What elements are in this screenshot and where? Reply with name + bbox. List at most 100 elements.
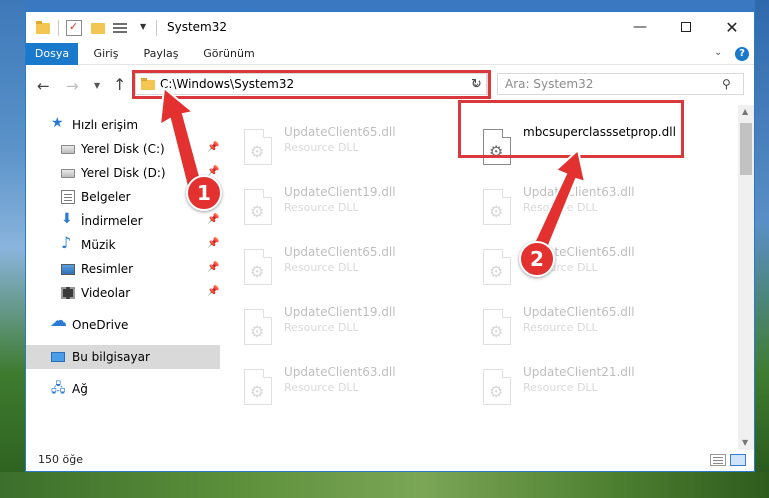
ribbon-tabs: Dosya Giriş Paylaş Görünüm ⌄ ?: [26, 43, 754, 65]
file-item[interactable]: UpdateClient21.dll Resource DLL: [473, 361, 703, 411]
pin-icon[interactable]: 📌: [207, 286, 219, 297]
dll-file-icon: [244, 369, 272, 405]
tiles-view-icon[interactable]: [730, 454, 746, 466]
sidebar-item-label: Bu bilgisayar: [72, 350, 150, 364]
network-icon: [51, 379, 66, 401]
file-type: Resource DLL: [523, 321, 598, 334]
file-highlight-box: [458, 100, 684, 158]
sidebar-item-label: Belgeler: [81, 190, 131, 204]
documents-icon: [61, 190, 75, 204]
file-item[interactable]: UpdateClient63.dll Resource DLL: [473, 181, 703, 231]
dll-file-icon: [483, 369, 511, 405]
sidebar-item-label: Videolar: [81, 286, 131, 300]
file-name: UpdateClient19.dll: [284, 185, 396, 199]
file-item[interactable]: UpdateClient65.dll Resource DLL: [473, 241, 703, 291]
search-placeholder: Ara: System32: [505, 77, 594, 91]
pictures-icon: [61, 264, 75, 275]
sidebar-item-label: Yerel Disk (D:): [81, 166, 166, 180]
status-bar: 150 öğe: [26, 450, 754, 471]
maximize-button[interactable]: [663, 12, 709, 43]
close-button[interactable]: ✕: [709, 12, 755, 43]
folder-icon: [35, 20, 51, 36]
explorer-window: ▼ System32 — ✕ Dosya Giriş Paylaş Görünü…: [25, 11, 755, 472]
sidebar-item-label: Hızlı erişim: [72, 118, 139, 132]
file-type: Resource DLL: [523, 381, 598, 394]
details-view-icon[interactable]: [710, 454, 726, 466]
file-name: UpdateClient19.dll: [284, 305, 396, 319]
desktop-background-right: [755, 0, 769, 498]
tab-home[interactable]: Giriş: [86, 43, 126, 65]
dll-file-icon: [244, 129, 272, 165]
file-item[interactable]: UpdateClient63.dll Resource DLL: [234, 361, 464, 411]
chevron-down-icon[interactable]: ▼: [140, 22, 146, 31]
step-2-badge: 2: [519, 241, 555, 277]
pin-icon[interactable]: 📌: [207, 214, 219, 225]
desktop-background-bottom: [0, 472, 769, 498]
sidebar-item-quick-access[interactable]: Hızlı erişim: [26, 113, 220, 137]
forward-button[interactable]: →: [66, 77, 79, 95]
file-type: Resource DLL: [284, 201, 359, 214]
file-item[interactable]: UpdateClient19.dll Resource DLL: [234, 181, 464, 231]
file-name: UpdateClient65.dll: [284, 125, 396, 139]
file-item[interactable]: UpdateClient65.dll Resource DLL: [234, 241, 464, 291]
window-title: System32: [167, 20, 228, 34]
toolbar-separator: [156, 20, 157, 36]
sidebar-item-label: Yerel Disk (C:): [81, 142, 165, 156]
sidebar-item-network[interactable]: Ağ: [26, 377, 220, 401]
pin-icon[interactable]: 📌: [207, 262, 219, 273]
back-button[interactable]: ←: [37, 77, 50, 95]
toolbar-separator: [58, 20, 59, 36]
pin-icon[interactable]: 📌: [207, 238, 219, 249]
expand-ribbon-icon[interactable]: ⌄: [714, 47, 722, 58]
search-input[interactable]: Ara: System32 ⚲: [497, 73, 744, 95]
item-count: 150 öğe: [38, 453, 83, 466]
file-item[interactable]: UpdateClient65.dll Resource DLL: [473, 301, 703, 351]
dll-file-icon: [244, 189, 272, 225]
download-icon: [61, 211, 75, 228]
tab-file[interactable]: Dosya: [26, 43, 78, 65]
scroll-up-icon[interactable]: ▲: [742, 107, 748, 116]
cloud-icon: [50, 311, 67, 332]
sidebar-item-downloads[interactable]: İndirmeler 📌: [26, 209, 220, 233]
tab-share[interactable]: Paylaş: [136, 43, 186, 65]
file-item[interactable]: UpdateClient19.dll Resource DLL: [234, 301, 464, 351]
sidebar-item-videos[interactable]: Videolar 📌: [26, 281, 220, 305]
search-icon[interactable]: ⚲: [722, 77, 731, 91]
dll-file-icon: [244, 249, 272, 285]
sidebar-item-pictures[interactable]: Resimler 📌: [26, 257, 220, 281]
sidebar-item-this-pc[interactable]: Bu bilgisayar: [26, 345, 220, 369]
sidebar-item-disk-c[interactable]: Yerel Disk (C:) 📌: [26, 137, 220, 161]
sidebar-item-onedrive[interactable]: OneDrive: [26, 311, 220, 337]
video-icon: [61, 287, 75, 299]
star-icon: [51, 115, 65, 132]
step-1-badge: 1: [186, 175, 222, 211]
file-type: Resource DLL: [284, 261, 359, 274]
file-type: Resource DLL: [284, 141, 359, 154]
desktop-background: [0, 0, 25, 498]
customize-toolbar-icon[interactable]: [112, 20, 130, 36]
scroll-down-icon[interactable]: ▼: [742, 438, 748, 447]
up-button[interactable]: ↑: [113, 75, 126, 94]
scroll-thumb[interactable]: [740, 123, 752, 175]
file-name: UpdateClient63.dll: [523, 185, 635, 199]
navigation-pane: Hızlı erişim Yerel Disk (C:) 📌 Yerel Dis…: [26, 105, 220, 450]
address-highlight-box: [132, 70, 491, 99]
tab-view[interactable]: Görünüm: [194, 43, 264, 65]
help-icon[interactable]: ?: [735, 47, 749, 61]
file-type: Resource DLL: [284, 381, 359, 394]
file-type: Resource DLL: [284, 321, 359, 334]
sidebar-item-label: Resimler: [81, 262, 134, 276]
sidebar-item-label: İndirmeler: [81, 214, 143, 228]
vertical-scrollbar[interactable]: ▲ ▼: [738, 105, 754, 450]
new-folder-icon[interactable]: [90, 20, 106, 36]
properties-icon[interactable]: [66, 20, 82, 36]
recent-locations-button[interactable]: ▼: [94, 81, 100, 90]
minimize-button[interactable]: —: [617, 12, 663, 43]
dll-file-icon: [244, 309, 272, 345]
file-item[interactable]: UpdateClient65.dll Resource DLL: [234, 121, 464, 171]
sidebar-item-label: OneDrive: [72, 318, 129, 332]
file-name: UpdateClient65.dll: [523, 305, 635, 319]
pin-icon[interactable]: 📌: [207, 142, 219, 153]
title-bar: ▼ System32 — ✕: [26, 12, 754, 43]
sidebar-item-music[interactable]: Müzik 📌: [26, 233, 220, 257]
